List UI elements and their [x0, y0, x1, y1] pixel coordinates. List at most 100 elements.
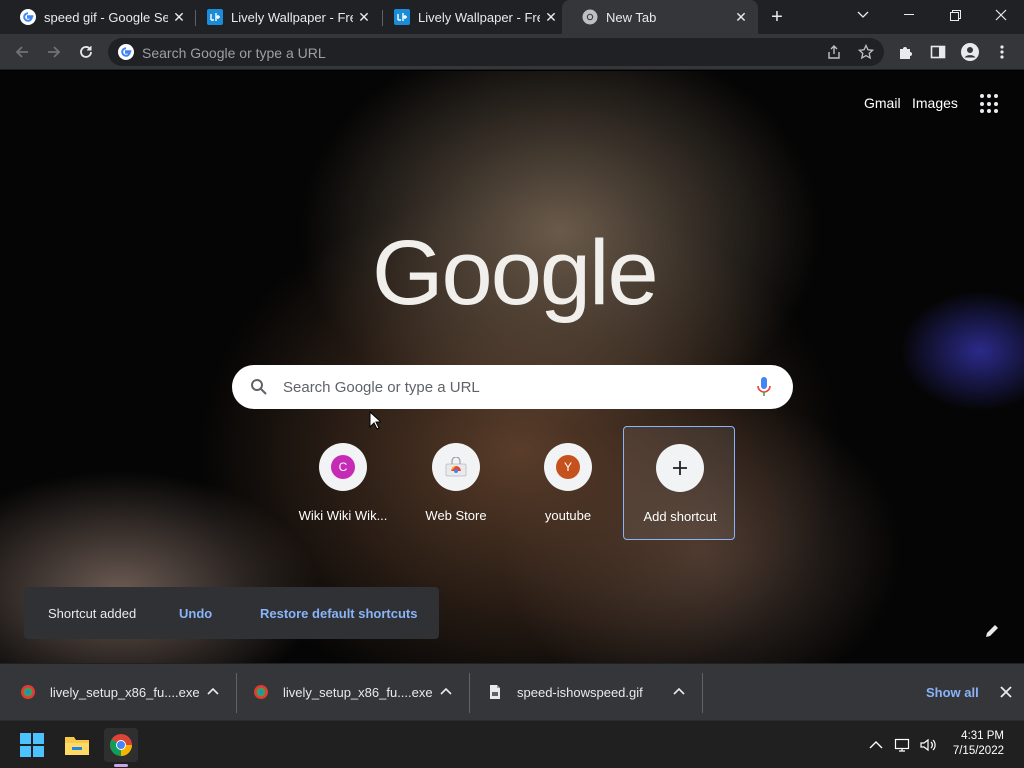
shortcut-letter-avatar: Y	[556, 455, 580, 479]
shortcut-tile	[656, 444, 704, 492]
download-shelf: lively_setup_x86_fu....exe lively_setup_…	[0, 663, 1024, 720]
microphone-icon[interactable]	[754, 376, 774, 398]
clock-time: 4:31 PM	[961, 730, 1004, 742]
arrow-left-icon	[15, 46, 28, 58]
puzzle-icon	[900, 47, 912, 59]
side-panel-icon	[930, 45, 946, 59]
volume-icon[interactable]	[919, 737, 937, 753]
download-separator	[469, 673, 470, 713]
clock-date: 7/15/2022	[952, 745, 1004, 757]
profile-button[interactable]	[958, 40, 982, 64]
search-icon	[251, 379, 267, 395]
shortcut-toast: Shortcut added Undo Restore default shor…	[24, 587, 439, 639]
download-separator	[236, 673, 237, 713]
undo-button[interactable]: Undo	[179, 606, 212, 621]
tab-speed-gif[interactable]: speed gif - Google Search ✕	[0, 0, 196, 34]
tab-lively-2[interactable]: Lively Wallpaper - Free ✕	[374, 0, 568, 34]
system-clock[interactable]: 4:31 PM 7/15/2022	[940, 729, 1004, 759]
shortcut-tile: Y	[544, 443, 592, 491]
chevron-up-icon[interactable]	[439, 685, 453, 699]
download-item[interactable]: lively_setup_x86_fu....exe	[20, 674, 230, 710]
close-icon[interactable]	[998, 684, 1014, 700]
google-g-icon	[20, 9, 36, 25]
tab-lively-1[interactable]: Lively Wallpaper - Free ✕	[187, 0, 381, 34]
shortcut-label: youtube	[544, 508, 592, 523]
menu-button[interactable]	[990, 40, 1014, 64]
windows-logo-icon	[20, 733, 44, 757]
webstore-icon	[445, 457, 467, 477]
new-tab-page: Gmail Images Google Search Google or typ…	[0, 71, 1024, 663]
close-icon	[995, 9, 1007, 21]
restore-shortcuts-button[interactable]: Restore default shortcuts	[260, 606, 417, 621]
restore-button[interactable]	[932, 0, 978, 30]
chrome-taskbar-button[interactable]	[104, 728, 138, 762]
tab-title: speed gif - Google Search	[44, 9, 168, 25]
tab-search-button[interactable]	[840, 0, 886, 30]
shortcut-web-store[interactable]: Web Store	[400, 426, 512, 540]
minimize-icon	[904, 14, 914, 15]
bookmark-star-icon[interactable]	[858, 44, 874, 60]
minimize-button[interactable]	[886, 0, 932, 30]
close-icon[interactable]: ✕	[730, 9, 752, 26]
close-icon[interactable]: ✕	[540, 9, 562, 26]
chrome-icon	[110, 734, 132, 756]
download-filename: lively_setup_x86_fu....exe	[283, 684, 433, 700]
side-panel-button[interactable]	[926, 40, 950, 64]
shortcut-youtube[interactable]: Y youtube	[512, 426, 624, 540]
download-item[interactable]: lively_setup_x86_fu....exe	[253, 674, 463, 710]
reload-icon	[80, 46, 92, 58]
google-g-icon	[118, 44, 134, 60]
forward-button[interactable]	[42, 40, 66, 64]
back-button[interactable]	[10, 40, 34, 64]
active-app-indicator	[114, 764, 128, 767]
file-explorer-button[interactable]	[60, 728, 94, 762]
ntp-search-placeholder: Search Google or type a URL	[283, 379, 480, 396]
new-tab-button[interactable]: +	[764, 4, 790, 30]
network-icon[interactable]	[894, 737, 912, 753]
lively-installer-icon	[21, 685, 35, 699]
toast-message: Shortcut added	[48, 606, 137, 621]
show-all-downloads-button[interactable]: Show all	[926, 685, 979, 700]
tab-new-tab[interactable]: New Tab ✕	[562, 0, 758, 34]
tab-strip: speed gif - Google Search ✕ Lively Wallp…	[0, 0, 1024, 34]
images-link[interactable]: Images	[912, 95, 958, 111]
tab-title: Lively Wallpaper - Free	[418, 9, 540, 25]
lively-icon	[207, 9, 223, 25]
shortcut-tile: C	[319, 443, 367, 491]
lively-installer-icon	[254, 685, 268, 699]
mouse-cursor-icon	[369, 411, 381, 430]
start-button[interactable]	[15, 728, 49, 762]
download-filename: speed-ishowspeed.gif	[517, 684, 643, 700]
close-window-button[interactable]	[978, 0, 1024, 30]
google-logo: Google	[372, 222, 659, 324]
file-icon	[490, 685, 500, 699]
tab-title: Lively Wallpaper - Free	[231, 9, 353, 25]
apps-grid-icon[interactable]	[980, 94, 1000, 114]
gmail-link[interactable]: Gmail	[864, 95, 901, 111]
download-item[interactable]: speed-ishowspeed.gif	[487, 674, 697, 710]
arrow-right-icon	[48, 46, 61, 58]
pencil-icon[interactable]	[984, 623, 1000, 639]
chevron-up-icon[interactable]	[867, 737, 885, 753]
address-bar[interactable]: Search Google or type a URL	[108, 38, 884, 66]
share-icon[interactable]	[826, 44, 842, 60]
download-separator	[702, 673, 703, 713]
shortcut-tile	[432, 443, 480, 491]
add-shortcut-button[interactable]: Add shortcut	[623, 426, 735, 540]
ntp-search-box[interactable]: Search Google or type a URL	[232, 365, 793, 409]
close-icon[interactable]: ✕	[353, 9, 375, 26]
folder-icon	[65, 737, 89, 755]
browser-toolbar: Search Google or type a URL	[0, 34, 1024, 70]
tab-title: New Tab	[606, 9, 657, 25]
plus-icon	[673, 461, 687, 475]
shortcut-label: Add shortcut	[643, 509, 717, 524]
more-vert-icon	[1000, 45, 1004, 59]
chevron-up-icon[interactable]	[206, 685, 220, 699]
extensions-button[interactable]	[894, 40, 918, 64]
reload-button[interactable]	[74, 40, 98, 64]
chevron-up-icon[interactable]	[672, 685, 686, 699]
address-bar-placeholder: Search Google or type a URL	[142, 45, 326, 61]
shortcut-wiki[interactable]: C Wiki Wiki Wik...	[287, 426, 399, 540]
restore-icon	[949, 9, 961, 21]
chevron-down-icon	[857, 11, 869, 18]
